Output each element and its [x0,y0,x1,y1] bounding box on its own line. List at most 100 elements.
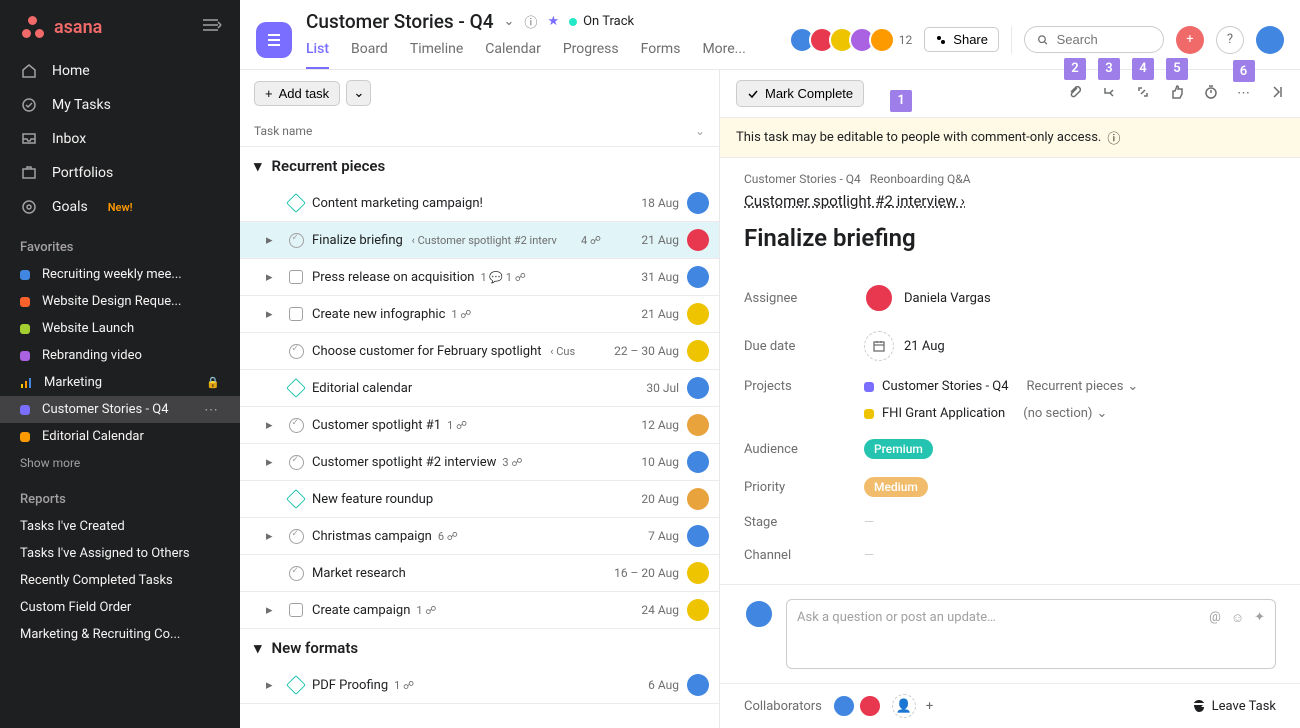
task-row[interactable]: New feature roundup20 Aug [240,481,719,518]
more-icon[interactable]: 6⋯ [1237,86,1250,101]
add-task-button[interactable]: +Add task [254,81,340,106]
nav-home[interactable]: Home [0,54,240,88]
due-date[interactable]: 21 Aug [864,331,945,361]
assignee-avatar[interactable] [687,599,709,621]
report-item[interactable]: Recently Completed Tasks [0,567,240,594]
breadcrumb[interactable]: Customer Stories - Q4 [744,172,861,186]
star-icon[interactable]: ✦ [1254,610,1265,626]
assignee-avatar[interactable] [687,451,709,473]
share-button[interactable]: Share [924,27,999,52]
add-task-dropdown[interactable]: ⌄ [346,80,371,106]
leave-task-button[interactable]: Leave Task [1192,699,1276,714]
nav-portfolios[interactable]: Portfolios [0,156,240,190]
sidebar-item-favorite[interactable]: Marketing🔒 [0,369,240,396]
attachment-icon[interactable]: 2 [1067,84,1083,104]
assignee-avatar[interactable] [687,340,709,362]
tab-progress[interactable]: Progress [563,35,619,69]
add-icon[interactable]: + [926,699,933,714]
assignee[interactable]: Daniela Vargas [864,283,991,313]
expand-icon[interactable]: ▸ [266,529,280,544]
task-row[interactable]: Choose customer for February spotlight ‹… [240,333,719,370]
task-row[interactable]: ▸Create new infographic1 ☍21 Aug [240,296,719,333]
collaborator-avatar[interactable] [832,694,856,718]
task-row[interactable]: ▸Press release on acquisition1 💬 1 ☍31 A… [240,259,719,296]
audience-value[interactable]: Premium [864,439,933,459]
task-row[interactable]: Market research16 – 20 Aug [240,555,719,592]
link-icon[interactable]: 4 [1135,84,1151,104]
sidebar-collapse-icon[interactable] [200,17,222,37]
sidebar-item-favorite[interactable]: Customer Stories - Q4⋯ [0,396,240,423]
comment-input[interactable]: Ask a question or post an update… @ ☺ ✦ [786,599,1276,669]
sidebar-item-favorite[interactable]: Editorial Calendar [0,423,240,450]
section-header[interactable]: ▾New formats [240,629,719,667]
assignee-avatar[interactable] [687,488,709,510]
report-item[interactable]: Custom Field Order [0,594,240,621]
section-header[interactable]: ▾Recurrent pieces [240,147,719,185]
timer-icon[interactable] [1203,84,1219,104]
like-icon[interactable]: 5 [1169,84,1185,104]
expand-icon[interactable]: ▸ [266,307,280,322]
emoji-icon[interactable]: ☺ [1231,610,1244,626]
task-title[interactable]: Finalize briefing [744,224,1276,252]
assignee-avatar[interactable] [687,674,709,696]
parent-task[interactable]: Customer spotlight #2 interview › [744,192,965,210]
logo[interactable]: asana [18,16,102,38]
show-more[interactable]: Show more [0,450,240,476]
member-avatars[interactable]: 12 [795,27,913,53]
assignee-avatar[interactable] [687,525,709,547]
expand-icon[interactable]: ▸ [266,270,280,285]
chevron-down-icon[interactable]: ⌄ [695,124,705,138]
task-row[interactable]: ▸Customer spotlight #2 interview3 ☍10 Au… [240,444,719,481]
task-row[interactable]: ▸Create campaign1 ☍24 Aug [240,592,719,629]
sidebar-item-favorite[interactable]: Recruiting weekly mee... [0,261,240,288]
assignee-avatar[interactable] [687,377,709,399]
sidebar-item-favorite[interactable]: Rebranding video [0,342,240,369]
report-item[interactable]: Tasks I've Created [0,513,240,540]
task-row[interactable]: Editorial calendar30 Jul [240,370,719,407]
project-chip[interactable]: FHI Grant Application(no section) ⌄ [864,406,1138,421]
task-row[interactable]: ▸PDF Proofing1 ☍6 Aug [240,667,719,704]
expand-icon[interactable]: ▸ [266,418,280,433]
info-icon[interactable]: ⓘ [524,12,537,31]
info-icon[interactable]: ⓘ [1107,128,1120,147]
tab-forms[interactable]: Forms [641,35,681,69]
star-icon[interactable]: ★ [547,14,559,29]
task-row[interactable]: ▸Customer spotlight #11 ☍12 Aug [240,407,719,444]
nav-goals[interactable]: GoalsNew! [0,190,240,224]
mention-icon[interactable]: @ [1209,610,1221,626]
user-avatar[interactable] [1256,26,1284,54]
add-button[interactable]: + [1176,26,1204,54]
project-icon[interactable] [256,22,292,58]
assignee-avatar[interactable] [687,266,709,288]
stage-value[interactable]: — [864,515,874,530]
report-item[interactable]: Tasks I've Assigned to Others [0,540,240,567]
expand-icon[interactable]: ▸ [266,455,280,470]
expand-icon[interactable]: ▸ [266,603,280,618]
chevron-down-icon[interactable]: ⌄ [504,14,515,29]
priority-value[interactable]: Medium [864,477,928,497]
assignee-avatar[interactable] [687,192,709,214]
search-input[interactable] [1024,26,1164,53]
breadcrumb[interactable]: Reonboarding Q&A [870,172,971,186]
expand-icon[interactable]: ▸ [266,233,280,248]
tab-list[interactable]: List [306,35,329,69]
close-detail-icon[interactable] [1268,84,1284,104]
tab-calendar[interactable]: Calendar [485,35,541,69]
collaborator-avatar[interactable] [858,694,882,718]
mark-complete-button[interactable]: Mark Complete [736,80,864,107]
status[interactable]: On Track [569,14,634,29]
assignee-avatar[interactable] [687,303,709,325]
subtask-icon[interactable]: 3 [1101,84,1117,104]
tab-more...[interactable]: More... [702,35,745,69]
tab-timeline[interactable]: Timeline [410,35,463,69]
nav-mytasks[interactable]: My Tasks [0,88,240,122]
help-button[interactable]: ? [1216,26,1244,54]
assignee-avatar[interactable] [687,229,709,251]
sidebar-item-favorite[interactable]: Website Design Reque... [0,288,240,315]
report-item[interactable]: Marketing & Recruiting Co... [0,621,240,648]
assignee-avatar[interactable] [687,562,709,584]
project-chip[interactable]: Customer Stories - Q4Recurrent pieces ⌄ [864,379,1138,394]
task-row[interactable]: Content marketing campaign!18 Aug [240,185,719,222]
expand-icon[interactable]: ▸ [266,678,280,693]
task-row[interactable]: ▸Finalize briefing ‹ Customer spotlight … [240,222,719,259]
